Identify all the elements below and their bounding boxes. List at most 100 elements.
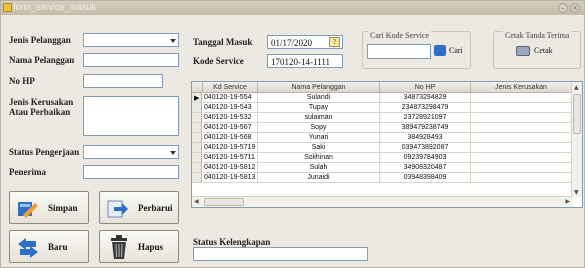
cell-jenis-kerusakan[interactable] [471,163,572,173]
cell-nama-pelanggan[interactable]: Yunari [258,133,380,143]
table-row[interactable]: 040120-19-5812 Sulah 34908320487 [192,163,572,173]
vertical-scrollbar[interactable]: ▲ ▼ [571,82,582,197]
cell-jenis-kerusakan[interactable] [471,143,572,153]
cell-jenis-kerusakan[interactable] [471,123,572,133]
scroll-right-icon[interactable]: ▶ [565,198,570,205]
cell-nama-pelanggan[interactable]: Tupay [258,103,380,113]
hapus-button[interactable]: Hapus [99,230,179,263]
column-header-nama-pelanggan[interactable]: Nama Pelanggan [258,82,380,93]
cell-no-hp[interactable]: 09239784903 [380,153,471,163]
kode-service-input[interactable]: 170120-14-1111 [267,54,343,68]
cari-button[interactable]: Cari [434,45,468,58]
row-header[interactable] [192,163,202,173]
table-row[interactable]: 040120-19-5711 Solihinan 09239784903 [192,153,572,163]
cell-kd-service[interactable]: 040120-19-567 [203,123,258,133]
row-header[interactable] [192,123,202,133]
cell-nama-pelanggan[interactable]: Junaidi [258,173,380,183]
row-header[interactable] [192,113,202,123]
penerima-input[interactable] [83,165,179,179]
close-icon[interactable]: × [570,3,580,13]
cell-jenis-kerusakan[interactable] [471,133,572,143]
tanggal-masuk-value: 01/17/2020 [271,38,313,48]
chevron-down-icon [170,39,176,43]
printer-icon [516,46,530,56]
cell-nama-pelanggan[interactable]: Solihinan [258,153,380,163]
column-header-no-hp[interactable]: No HP [380,82,471,93]
jenis-pelanggan-combobox[interactable] [83,33,179,47]
cell-jenis-kerusakan[interactable] [471,173,572,183]
cell-no-hp[interactable]: 234873298479 [380,103,471,113]
simpan-button[interactable]: Simpan [9,191,89,224]
status-pengerjaan-combobox[interactable] [83,145,179,159]
vertical-scroll-thumb[interactable] [573,94,581,134]
cell-kd-service[interactable]: 040120-19-543 [203,103,258,113]
table-row[interactable]: 040120-19-532 sulaiman 23728921097 [192,113,572,123]
nama-pelanggan-input[interactable] [83,53,179,67]
row-header[interactable] [192,153,202,163]
baru-button[interactable]: Baru [9,230,89,263]
label-jenis-kerusakan: Jenis Kerusakan [9,97,74,107]
search-kode-input[interactable] [367,44,431,59]
cell-no-hp[interactable]: 389479238749 [380,123,471,133]
cell-no-hp[interactable]: 23728921097 [380,113,471,123]
cell-jenis-kerusakan[interactable] [471,113,572,123]
simpan-label: Simpan [48,203,78,213]
cell-kd-service[interactable]: 040120-19-5719 [203,143,258,153]
column-header-jenis-kerusakan[interactable]: Jenis Kerusakan [471,82,572,93]
cell-kd-service[interactable]: 040120-19-5711 [203,153,258,163]
cell-kd-service[interactable]: 040120-19-568 [203,133,258,143]
tanggal-masuk-datepicker[interactable]: 01/17/2020 ? [267,35,343,49]
cell-no-hp[interactable]: 384928493 [380,133,471,143]
label-no-hp: No HP [9,76,35,86]
table-row[interactable]: 040120-19-5813 Junaidi 03948398409 [192,173,572,183]
cell-no-hp[interactable]: 03948398409 [380,173,471,183]
scroll-left-icon[interactable]: ◀ [194,198,199,205]
trash-icon [111,235,127,259]
cell-jenis-kerusakan[interactable] [471,103,572,113]
cell-nama-pelanggan[interactable]: Sopy [258,123,380,133]
title-bar[interactable]: form_service_masuk – × [1,1,584,15]
no-hp-input[interactable] [83,74,163,88]
table-row[interactable]: 040120-19-5719 Saki 039473892087 [192,143,572,153]
grid-corner-header [192,82,203,93]
scroll-up-icon[interactable]: ▲ [574,84,579,91]
row-header[interactable] [192,133,202,143]
horizontal-scroll-thumb[interactable] [204,198,244,206]
cell-no-hp[interactable]: 34873294829 [380,93,471,103]
row-header[interactable] [192,103,202,113]
scroll-down-icon[interactable]: ▼ [574,189,579,196]
minimize-icon[interactable]: – [558,3,568,13]
cell-nama-pelanggan[interactable]: Sulandi [258,93,380,103]
row-header[interactable]: ▶ [192,93,202,103]
kode-service-value: 170120-14-1111 [271,57,330,67]
row-header[interactable] [192,143,202,153]
cell-nama-pelanggan[interactable]: Saki [258,143,380,153]
print-group-title: Cetak Tanda Terima [503,31,572,40]
cell-jenis-kerusakan[interactable] [471,93,572,103]
cell-jenis-kerusakan[interactable] [471,153,572,163]
table-row[interactable]: 040120-19-568 Yunari 384928493 [192,133,572,143]
cell-kd-service[interactable]: 040120-19-5812 [203,163,258,173]
service-data-grid[interactable]: Kd Service Nama Pelanggan No HP Jenis Ke… [191,81,583,208]
cell-nama-pelanggan[interactable]: sulaiman [258,113,380,123]
cetak-button[interactable]: Cetak [516,45,570,58]
cell-no-hp[interactable]: 039473892087 [380,143,471,153]
column-header-kd-service[interactable]: Kd Service [203,82,258,93]
label-nama-pelanggan: Nama Pelanggan [9,55,75,65]
row-header[interactable] [192,173,202,183]
cell-nama-pelanggan[interactable]: Sulah [258,163,380,173]
cell-kd-service[interactable]: 040120-19-532 [203,113,258,123]
perbarui-button[interactable]: Perbarui [99,191,179,224]
table-row[interactable]: ▶ 040120-19-554 Sulandi 34873294829 [192,93,572,103]
refresh-arrows-icon [18,238,38,258]
calendar-icon[interactable]: ? [329,37,340,47]
status-kelengkapan-input[interactable] [193,247,368,261]
table-row[interactable]: 040120-19-567 Sopy 389479238749 [192,123,572,133]
hapus-label: Hapus [138,242,164,252]
jenis-kerusakan-textarea[interactable] [83,96,179,136]
cell-kd-service[interactable]: 040120-19-554 [203,93,258,103]
horizontal-scrollbar[interactable]: ◀ ▶ [192,196,572,207]
table-row[interactable]: 040120-19-543 Tupay 234873298479 [192,103,572,113]
cell-no-hp[interactable]: 34908320487 [380,163,471,173]
cell-kd-service[interactable]: 040120-19-5813 [203,173,258,183]
